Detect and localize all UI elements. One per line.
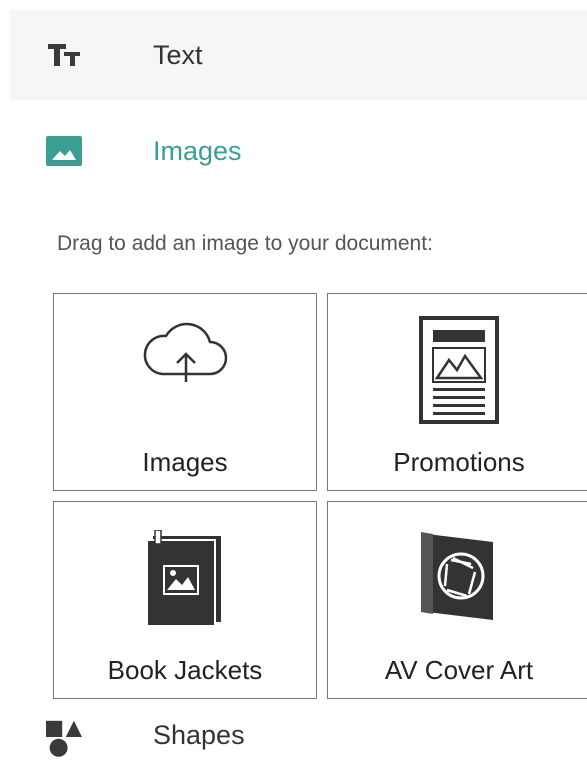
menu-item-text[interactable]: Text xyxy=(10,10,587,100)
tile-images-label: Images xyxy=(142,447,228,477)
text-format-icon xyxy=(46,40,82,70)
tile-book-jackets[interactable]: Book Jackets xyxy=(53,501,317,699)
images-hint: Drag to add an image to your document: xyxy=(57,232,433,255)
image-tile-grid: Images Promotions Book Jackets AV Cover … xyxy=(53,293,587,703)
av-cover-art-icon xyxy=(421,532,493,620)
poster-icon xyxy=(419,316,499,424)
menu-item-text-label: Text xyxy=(153,39,203,70)
tile-images[interactable]: Images xyxy=(53,293,317,491)
menu-item-shapes[interactable]: Shapes xyxy=(10,706,587,770)
tile-book-jackets-label: Book Jackets xyxy=(107,655,263,685)
tile-promotions-label: Promotions xyxy=(393,447,525,477)
tile-promotions[interactable]: Promotions xyxy=(327,293,587,491)
tile-av-cover-art[interactable]: AV Cover Art xyxy=(327,501,587,699)
image-icon xyxy=(46,136,82,166)
shapes-icon xyxy=(46,720,82,757)
cloud-upload-icon xyxy=(143,322,228,382)
menu-item-shapes-label: Shapes xyxy=(153,720,245,750)
menu-item-images[interactable]: Images xyxy=(10,106,587,196)
book-jacket-icon xyxy=(146,530,221,626)
menu-item-images-label: Images xyxy=(153,135,242,166)
tile-av-cover-art-label: AV Cover Art xyxy=(384,655,534,685)
